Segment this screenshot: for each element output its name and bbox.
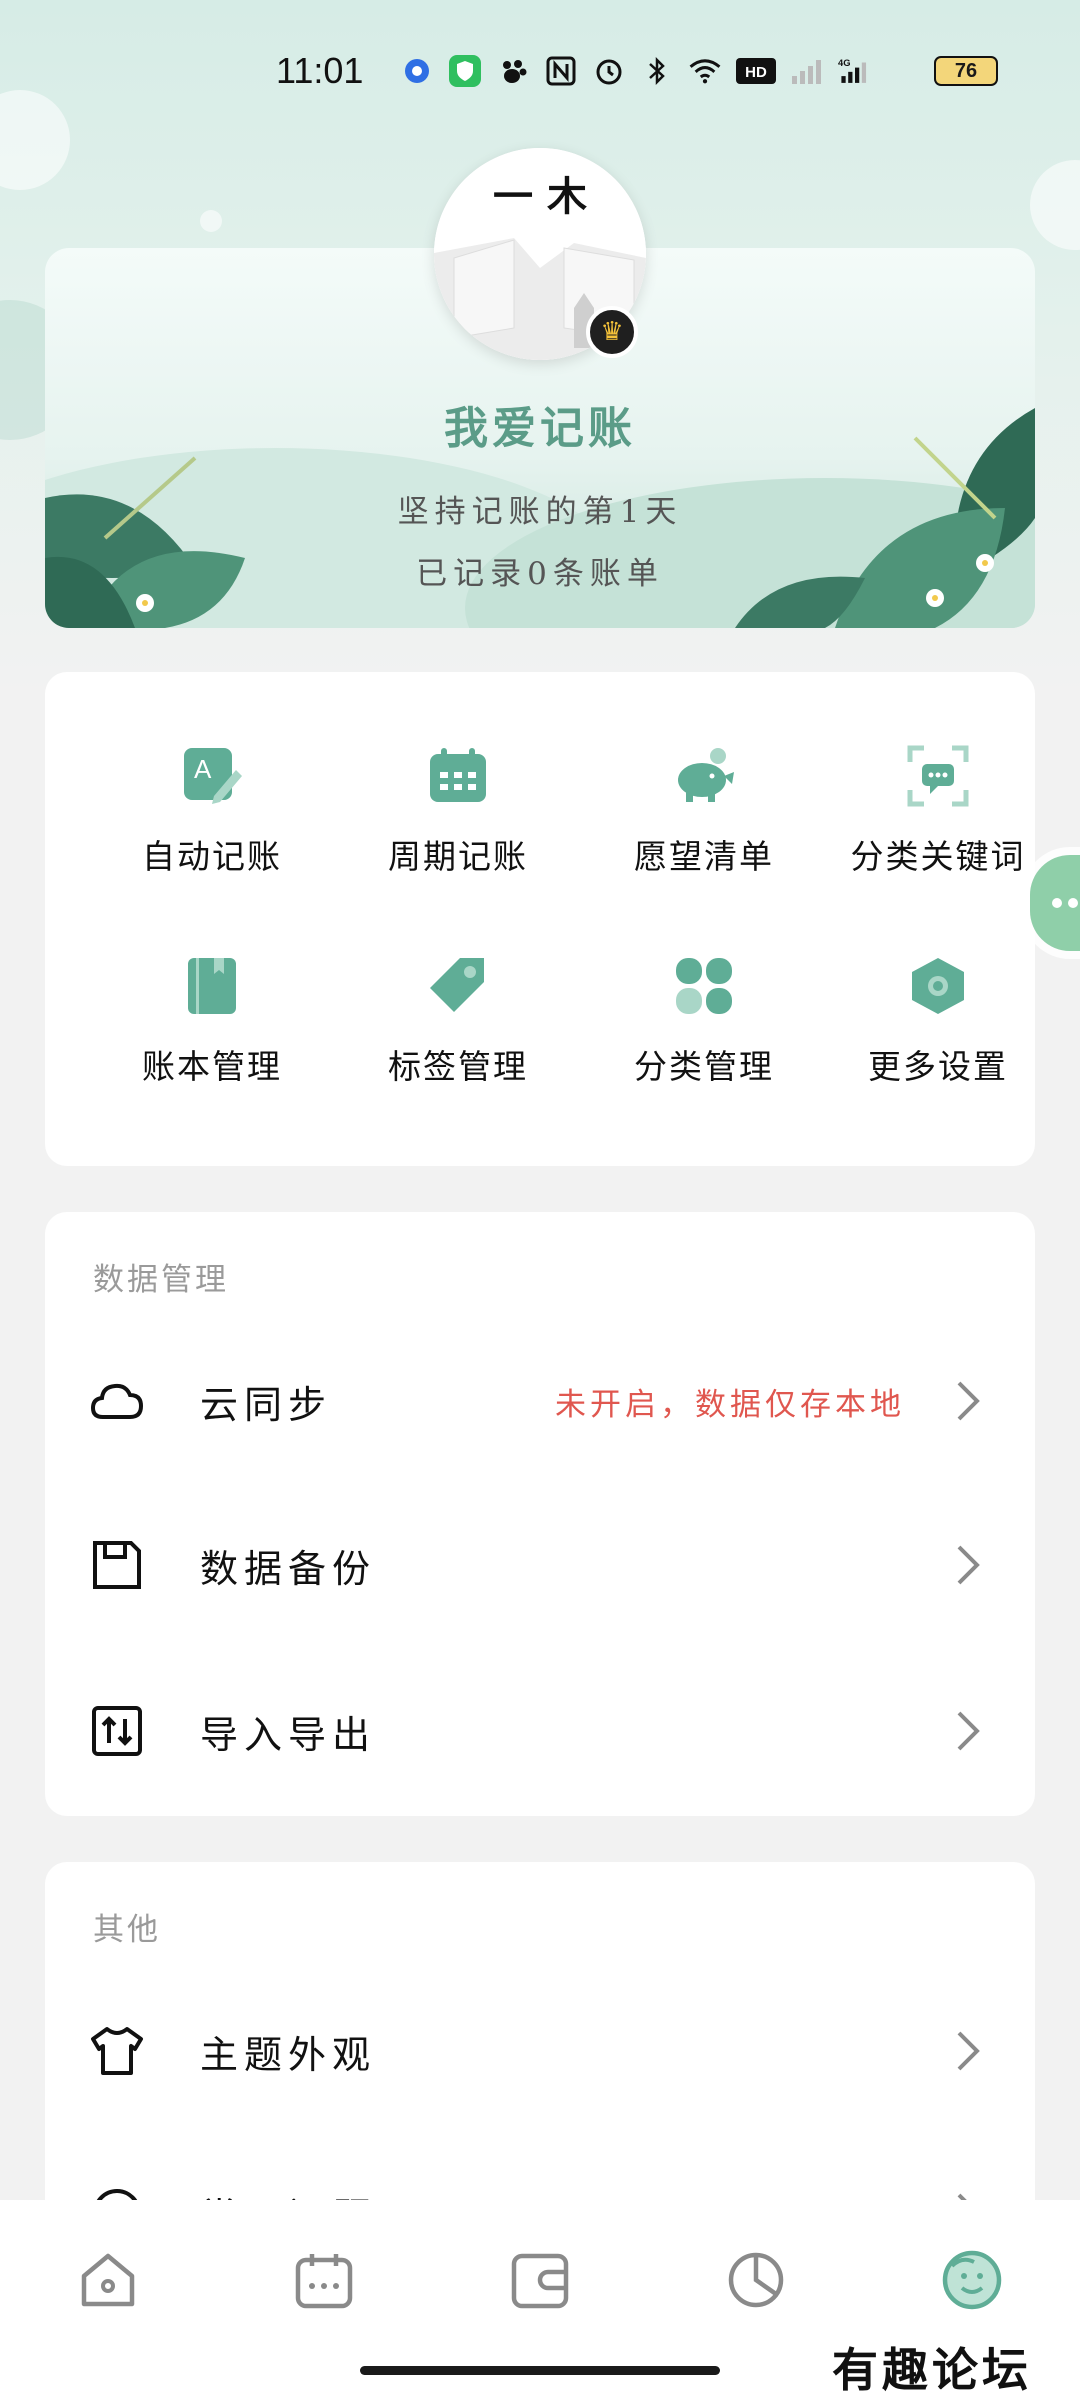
feature-more-settings[interactable]: 更多设置: [823, 954, 1053, 1114]
hd-icon: HD: [736, 54, 776, 88]
save-disk-icon: [93, 1541, 141, 1589]
paw-icon: [496, 54, 530, 88]
chevron-right-icon: [957, 1711, 980, 1751]
row-data-backup[interactable]: 数据备份: [45, 1490, 1035, 1640]
keyword-scan-icon: [907, 745, 969, 807]
chevron-right-icon: [957, 1545, 980, 1585]
signal-icon: [790, 54, 824, 88]
floating-more-button[interactable]: [1030, 855, 1080, 951]
home-icon[interactable]: [76, 2248, 140, 2312]
battery-indicator: 76: [934, 56, 998, 86]
status-time: 11:01: [276, 50, 364, 91]
wallet-icon[interactable]: [508, 2248, 572, 2312]
record-count-text: 已记录0条账单: [416, 556, 664, 592]
watermark: 有趣论坛: [832, 2343, 1032, 2397]
feature-tag-management[interactable]: 标签管理: [343, 954, 573, 1114]
calendar-icon: [430, 748, 486, 802]
other-section-title: 其他: [93, 1912, 161, 1948]
feature-wish-list[interactable]: 愿望清单: [589, 744, 819, 904]
streak-text: 坚持记账的第1天: [397, 494, 683, 530]
row-theme-appearance[interactable]: 主题外观: [45, 1976, 1035, 2126]
chevron-right-icon: [957, 2031, 980, 2071]
tshirt-icon: [91, 2027, 143, 2075]
feature-ledger-management[interactable]: 账本管理: [97, 954, 327, 1114]
tag-icon: [430, 958, 484, 1012]
row-cloud-sync[interactable]: 云同步 未开启，数据仅存本地: [45, 1326, 1035, 1476]
nfc-icon: [544, 54, 578, 88]
avatar-text: 一 木: [493, 174, 587, 220]
pie-chart-icon[interactable]: [724, 2248, 788, 2312]
cloud-sync-status: 未开启，数据仅存本地: [555, 1386, 905, 1423]
svg-text:4G: 4G: [838, 58, 850, 68]
bluetooth-icon: [640, 54, 674, 88]
chevron-right-icon: [957, 1381, 980, 1421]
calendar-nav-icon[interactable]: [292, 2248, 356, 2312]
data-management-card: 数据管理 云同步 未开启，数据仅存本地 数据备份 导入导出: [45, 1212, 1035, 1816]
crown-icon: ♛: [586, 306, 638, 358]
status-bar: 11:01 HD 4G 76: [0, 36, 1080, 106]
auto-bookkeeping-icon: A: [184, 748, 242, 804]
wifi-icon: [688, 54, 722, 88]
green-shield-icon: [448, 54, 482, 88]
alarm-icon: [592, 54, 626, 88]
ledger-book-icon: [188, 958, 236, 1014]
feature-periodic-bookkeeping[interactable]: 周期记账: [343, 744, 573, 904]
cloud-icon: [90, 1383, 144, 1419]
profile-face-icon[interactable]: [940, 2248, 1004, 2312]
feature-auto-bookkeeping[interactable]: A 自动记账: [97, 744, 327, 904]
app-name: 我爱记账: [444, 403, 636, 454]
home-indicator[interactable]: [360, 2366, 720, 2375]
piggy-bank-icon: [678, 748, 734, 802]
row-import-export[interactable]: 导入导出: [45, 1656, 1035, 1806]
data-section-title: 数据管理: [93, 1262, 229, 1298]
svg-text:HD: HD: [745, 64, 767, 81]
feature-category-keywords[interactable]: 分类关键词: [823, 744, 1053, 904]
location-dot-icon: [400, 54, 434, 88]
feature-grid-card: A 自动记账 周期记账 愿望清单 分类关键词 账本管理 标签管理 分类管理 更多…: [45, 672, 1035, 1166]
svg-text:A: A: [194, 754, 212, 784]
category-grid-icon: [676, 958, 732, 1014]
settings-hex-icon: [912, 958, 964, 1014]
import-export-icon: [92, 1706, 142, 1756]
feature-category-management[interactable]: 分类管理: [589, 954, 819, 1114]
4g-signal-icon: 4G: [838, 54, 872, 88]
